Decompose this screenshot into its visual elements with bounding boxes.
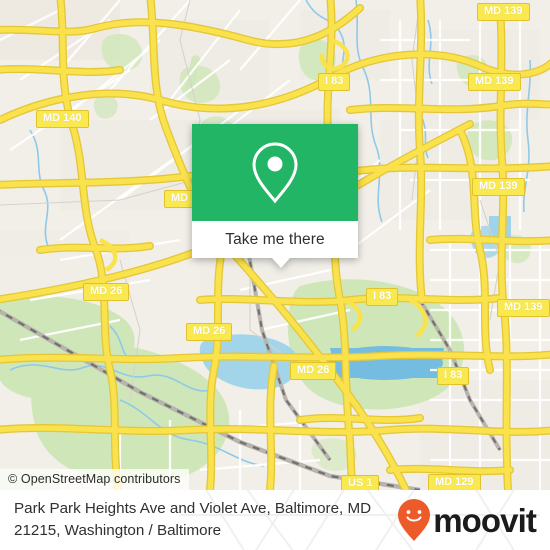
footer-bar: Park Park Heights Ave and Violet Ave, Ba… xyxy=(0,490,550,550)
road-shield: I 83 xyxy=(318,73,351,91)
popup-pointer xyxy=(272,258,290,268)
road-shield: MD 26 xyxy=(290,362,337,380)
moovit-wordmark: moovit xyxy=(433,501,537,539)
road-shield: MD 139 xyxy=(468,73,521,91)
moovit-smiley-pin-icon xyxy=(398,499,431,541)
road-shield: MD 129 xyxy=(428,474,481,490)
address-line-2: 21215, Washington / Baltimore xyxy=(14,522,222,539)
road-shield: MD 139 xyxy=(477,3,530,21)
location-address: Park Park Heights Ave and Violet Ave, Ba… xyxy=(14,498,371,542)
map-card: MD 139 MD 139 MD 140 MD 139 I 83 MD MD 26 I 83 M… xyxy=(0,0,550,550)
osm-attribution: © OpenStreetMap contributors xyxy=(0,469,189,490)
take-me-there-label: Take me there xyxy=(225,230,325,248)
road-shield: MD 139 xyxy=(472,178,525,196)
popup-header xyxy=(192,124,358,221)
road-shield: I 83 xyxy=(437,367,470,385)
road-shield: MD 26 xyxy=(83,283,130,301)
popup-footer[interactable]: Take me there xyxy=(192,221,358,268)
road-shield: MD 139 xyxy=(497,299,550,317)
road-shield: MD 140 xyxy=(36,110,89,128)
road-shield: MD 26 xyxy=(186,323,233,341)
road-shield: US 1 xyxy=(341,475,380,490)
map-canvas[interactable]: MD 139 MD 139 MD 140 MD 139 I 83 MD MD 26 I 83 M… xyxy=(0,0,550,490)
moovit-brand[interactable]: moovit xyxy=(397,498,537,542)
address-line-1: Park Park Heights Ave and Violet Ave, Ba… xyxy=(14,500,372,517)
take-me-there-popup[interactable]: Take me there xyxy=(192,124,358,268)
location-pin-icon xyxy=(252,141,298,203)
road-shield: MD xyxy=(164,190,196,208)
road-shield: I 83 xyxy=(366,288,399,306)
